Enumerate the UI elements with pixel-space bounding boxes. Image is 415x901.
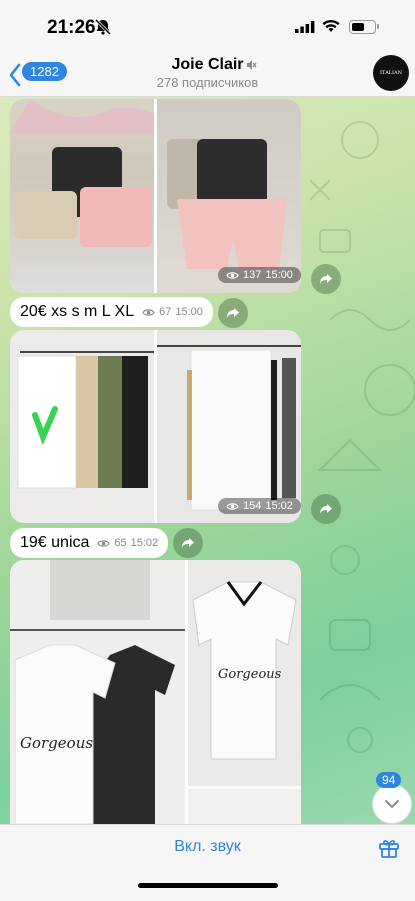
subscriber-count: 278 подписчиков — [156, 75, 259, 90]
album-message[interactable]: 154 15:02 — [10, 330, 301, 523]
message-time: 15:02 — [265, 500, 293, 512]
photo-gorgeous-tshirt[interactable]: Gorgeous — [188, 560, 301, 786]
gift-icon[interactable] — [378, 837, 400, 859]
chat-header: 1282 Joie Clair 278 подписчиков ITALIAN … — [0, 54, 415, 97]
tshirt-illustration: Gorgeous — [192, 581, 297, 760]
share-button[interactable] — [311, 264, 341, 294]
eye-icon — [97, 539, 111, 547]
message-text: 20€ xs s m L XL — [20, 303, 135, 320]
view-count: 137 — [243, 269, 262, 281]
unread-badge: 94 — [376, 772, 402, 788]
pink-shorts-illustration — [167, 139, 287, 269]
message-time: 15:02 — [130, 537, 159, 549]
scroll-down-button[interactable] — [372, 784, 412, 824]
trousers-rack-illustration — [17, 351, 154, 489]
battery-icon — [349, 20, 376, 34]
text-message[interactable]: 19€ unica 65 15:02 — [10, 528, 169, 558]
message-time: 15:00 — [175, 306, 203, 318]
photo-tshirt-detail[interactable] — [188, 789, 301, 824]
share-button[interactable] — [173, 528, 203, 558]
share-icon — [320, 504, 332, 514]
white-trousers-illustration — [157, 345, 301, 511]
share-icon — [182, 538, 194, 548]
text-message[interactable]: 20€ xs s m L XL 67 15:00 — [10, 297, 213, 327]
share-icon — [227, 308, 239, 318]
bottom-bar: Вкл. звук — [0, 824, 415, 901]
album-meta: 137 15:00 — [218, 267, 301, 283]
battery-tip — [377, 24, 379, 29]
signal-icon — [295, 21, 315, 33]
home-indicator — [138, 883, 278, 888]
mute-icon — [247, 60, 257, 70]
status-time: 21:26 — [47, 17, 96, 38]
share-button[interactable] — [218, 298, 248, 328]
share-icon — [320, 274, 332, 284]
photo-shorts-stack[interactable] — [10, 99, 154, 293]
message-meta: 67 15:00 — [142, 306, 203, 318]
album-message[interactable]: 137 15:00 — [10, 99, 301, 293]
view-count: 65 — [114, 537, 127, 549]
photo-white-trousers[interactable] — [157, 330, 301, 523]
unmute-button[interactable]: Вкл. звук — [0, 838, 415, 856]
status-bar: 21:26 — [0, 0, 415, 54]
eye-icon — [226, 502, 239, 510]
avatar-logo-text: ITALIAN STYLE — [380, 70, 402, 76]
svg-text:Gorgeous: Gorgeous — [20, 734, 93, 752]
view-count: 154 — [243, 500, 262, 512]
shorts-stack-illustration — [10, 99, 154, 247]
chevron-down-icon — [385, 800, 399, 809]
photo-trousers-rack[interactable] — [10, 330, 154, 523]
view-count: 67 — [159, 306, 172, 318]
share-button[interactable] — [311, 494, 341, 524]
message-time: 15:00 — [265, 269, 293, 281]
photo-pink-shorts[interactable] — [157, 99, 301, 293]
photo-gorgeous-tshirts[interactable]: Gorgeous — [10, 560, 185, 824]
bell-muted-icon — [94, 19, 112, 35]
channel-title[interactable]: Joie Clair — [0, 56, 415, 74]
wifi-icon — [322, 19, 340, 32]
tshirts-illustration: Gorgeous — [10, 560, 185, 824]
eye-icon — [226, 271, 239, 279]
eye-icon — [142, 308, 155, 316]
album-message[interactable]: Gorgeous Gorgeous — [10, 560, 301, 824]
album-meta: 154 15:02 — [218, 498, 301, 514]
channel-avatar[interactable]: ITALIAN STYLE — [373, 55, 409, 91]
message-meta: 65 15:02 — [97, 537, 158, 549]
message-text: 19€ unica — [20, 534, 90, 551]
svg-text:Gorgeous: Gorgeous — [218, 667, 282, 682]
